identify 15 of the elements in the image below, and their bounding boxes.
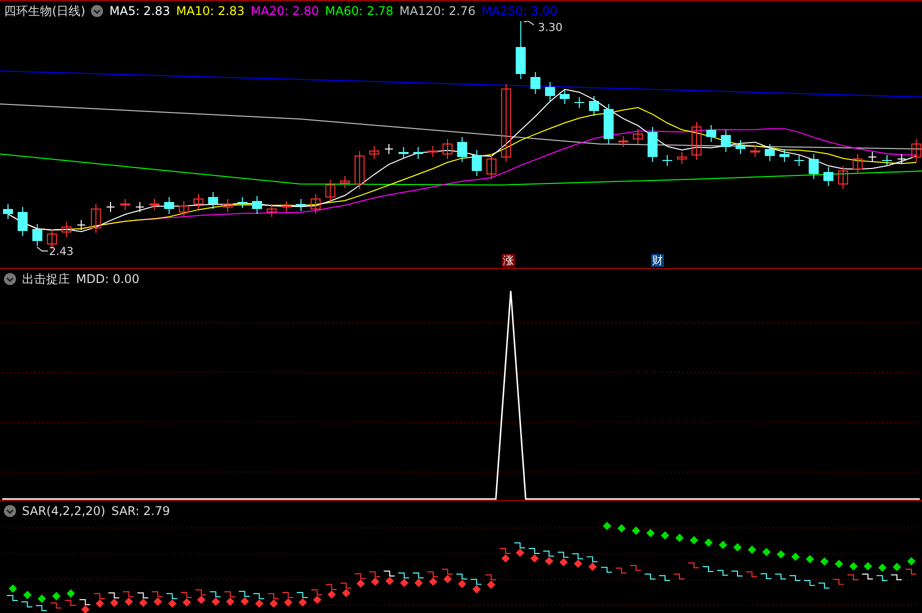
ma-reading: MA250: 3.00 <box>481 4 558 18</box>
high-price-label: 3.30 <box>538 21 562 34</box>
indicator-title: 出击捉庄 <box>22 270 70 288</box>
ma-reading: MA20: 2.80 <box>250 4 319 18</box>
ma-reading: MA60: 2.78 <box>325 4 394 18</box>
indicator-title: SAR(4,2,2,20) <box>22 504 106 518</box>
ma-reading: MA5: 2.83 <box>109 4 170 18</box>
low-price-label: 2.43 <box>49 245 74 258</box>
event-marker[interactable]: 财 <box>651 254 664 267</box>
ma-reading: MA120: 2.76 <box>399 4 476 18</box>
event-marker[interactable]: 涨 <box>502 254 515 267</box>
chart-title: 四环生物(日线) <box>4 2 86 20</box>
ma-reading: MA10: 2.83 <box>176 4 245 18</box>
indicator-reading: SAR: 2.79 <box>111 504 170 518</box>
indicator-reading: MDD: 0.00 <box>76 272 140 286</box>
